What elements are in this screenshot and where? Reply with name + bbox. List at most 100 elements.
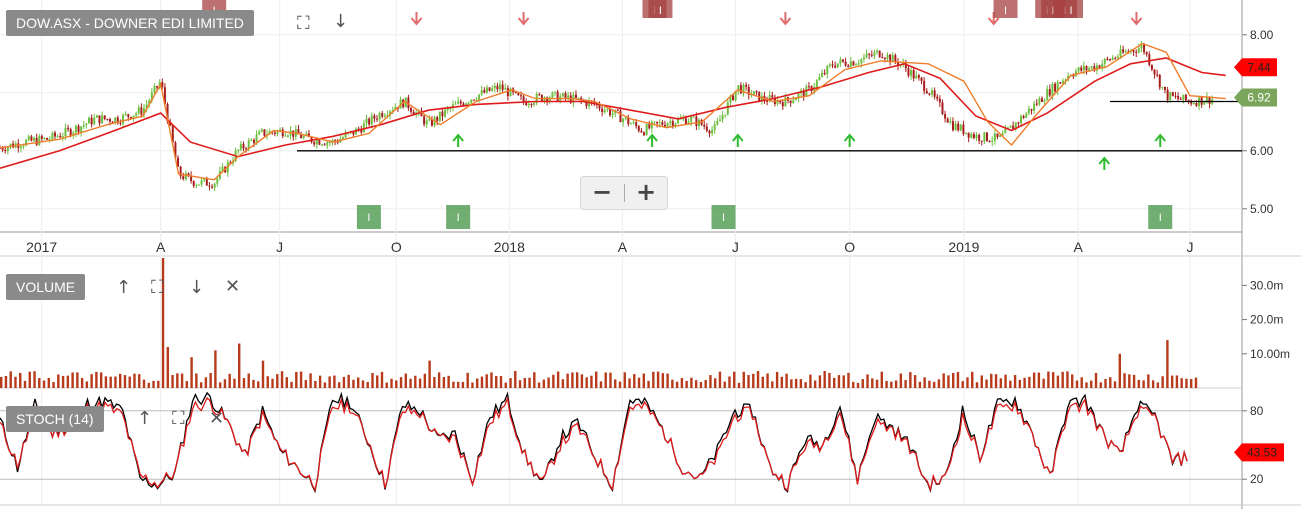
volume-bar: [1194, 377, 1198, 388]
candle: [1017, 122, 1020, 124]
candle: [849, 61, 852, 67]
event-marker-label: I: [1159, 212, 1162, 224]
candle: [883, 57, 886, 59]
candle: [1038, 98, 1041, 105]
candle: [1054, 83, 1057, 92]
candle: [860, 59, 863, 64]
volume-bar: [866, 374, 869, 388]
candle: [931, 90, 934, 95]
chart-canvas[interactable]: 2017AJO2018AJO2019AJ5.006.008.00IIIIIIII…: [0, 0, 1301, 509]
volume-bar: [47, 377, 50, 388]
volume-bar: [138, 374, 141, 388]
volume-bar: [637, 377, 641, 388]
candle: [1046, 89, 1049, 101]
candle: [438, 111, 441, 121]
candle: [1080, 67, 1083, 71]
volume-bar: [14, 376, 17, 388]
candle: [365, 118, 368, 124]
volume-bar: [271, 378, 274, 388]
expand-icon[interactable]: ⛶: [297, 15, 310, 33]
volume-bar: [614, 379, 617, 388]
volume-bar: [1113, 381, 1117, 388]
candle: [315, 139, 318, 145]
arrow-up-icon[interactable]: ↑: [116, 279, 131, 297]
candle: [250, 139, 253, 141]
volume-bar: [495, 376, 498, 388]
arrow-up-icon[interactable]: ↑: [137, 410, 152, 428]
candle: [135, 113, 138, 116]
volume-bar: [114, 376, 117, 388]
volume-bar: [899, 373, 903, 388]
candle: [1025, 113, 1028, 118]
candle: [807, 86, 810, 88]
volume-bar: [1185, 378, 1188, 388]
volume-bar: [985, 379, 988, 388]
volume-bar: [218, 382, 222, 388]
volume-bar: [742, 371, 745, 388]
candle: [85, 123, 88, 125]
arrow-down-icon[interactable]: ↓: [189, 279, 204, 297]
candle: [53, 132, 56, 137]
candle: [915, 75, 918, 79]
stoch-value-tag-label: 43.53: [1247, 445, 1277, 459]
zoom-controls: − +: [580, 176, 668, 210]
sell-signal-arrow: [1130, 12, 1143, 26]
volume-bar: [404, 373, 407, 388]
candle: [1077, 67, 1080, 72]
candle: [985, 132, 988, 141]
volume-bar: [514, 370, 517, 388]
volume-bar: [223, 379, 227, 388]
buy-signal-arrow: [1098, 156, 1111, 170]
candle: [936, 96, 939, 99]
volume-bar: [1161, 376, 1164, 388]
candle: [88, 117, 91, 124]
candle: [239, 143, 242, 150]
volume-bar: [790, 379, 793, 388]
candle: [1195, 103, 1198, 106]
candle: [22, 145, 25, 147]
candle: [64, 127, 67, 137]
candle: [1090, 66, 1093, 69]
volume-bar: [504, 382, 507, 388]
candle: [216, 178, 219, 184]
candle: [1145, 52, 1148, 55]
candle: [978, 134, 981, 141]
volume-bar: [371, 372, 374, 388]
candle: [1192, 103, 1195, 105]
zoom-out-button[interactable]: −: [581, 177, 623, 209]
candle: [828, 64, 831, 66]
candle: [213, 183, 216, 188]
candle: [425, 120, 428, 125]
close-icon[interactable]: ✕: [225, 278, 240, 296]
volume-bar: [1028, 376, 1031, 388]
zoom-in-button[interactable]: +: [625, 177, 667, 209]
candle: [648, 124, 651, 129]
volume-bar: [509, 378, 512, 388]
candle: [928, 93, 931, 95]
candle: [485, 87, 488, 93]
volume-bar: [4, 375, 8, 388]
candle: [1109, 59, 1112, 61]
y-tick-label: 8.00: [1250, 28, 1274, 42]
arrow-down-icon[interactable]: ↓: [333, 13, 348, 31]
volume-bar: [894, 380, 898, 388]
candle: [252, 139, 255, 143]
volume-bar: [609, 372, 612, 388]
candle: [1158, 74, 1161, 88]
volume-bar: [485, 374, 488, 388]
expand-icon[interactable]: ⛶: [172, 410, 185, 428]
candle: [705, 126, 708, 131]
volume-bar: [442, 377, 446, 388]
candle: [792, 100, 795, 104]
expand-icon[interactable]: ⛶: [151, 279, 164, 297]
volume-bar: [61, 375, 65, 388]
close-icon[interactable]: ✕: [209, 410, 224, 428]
volume-bar: [447, 375, 450, 388]
candle: [284, 135, 287, 137]
volume-bar: [837, 375, 841, 388]
volume-bar: [747, 375, 750, 388]
volume-bar: [813, 380, 817, 388]
volume-bar: [142, 379, 146, 388]
candle: [1106, 58, 1109, 60]
candle: [862, 57, 865, 60]
